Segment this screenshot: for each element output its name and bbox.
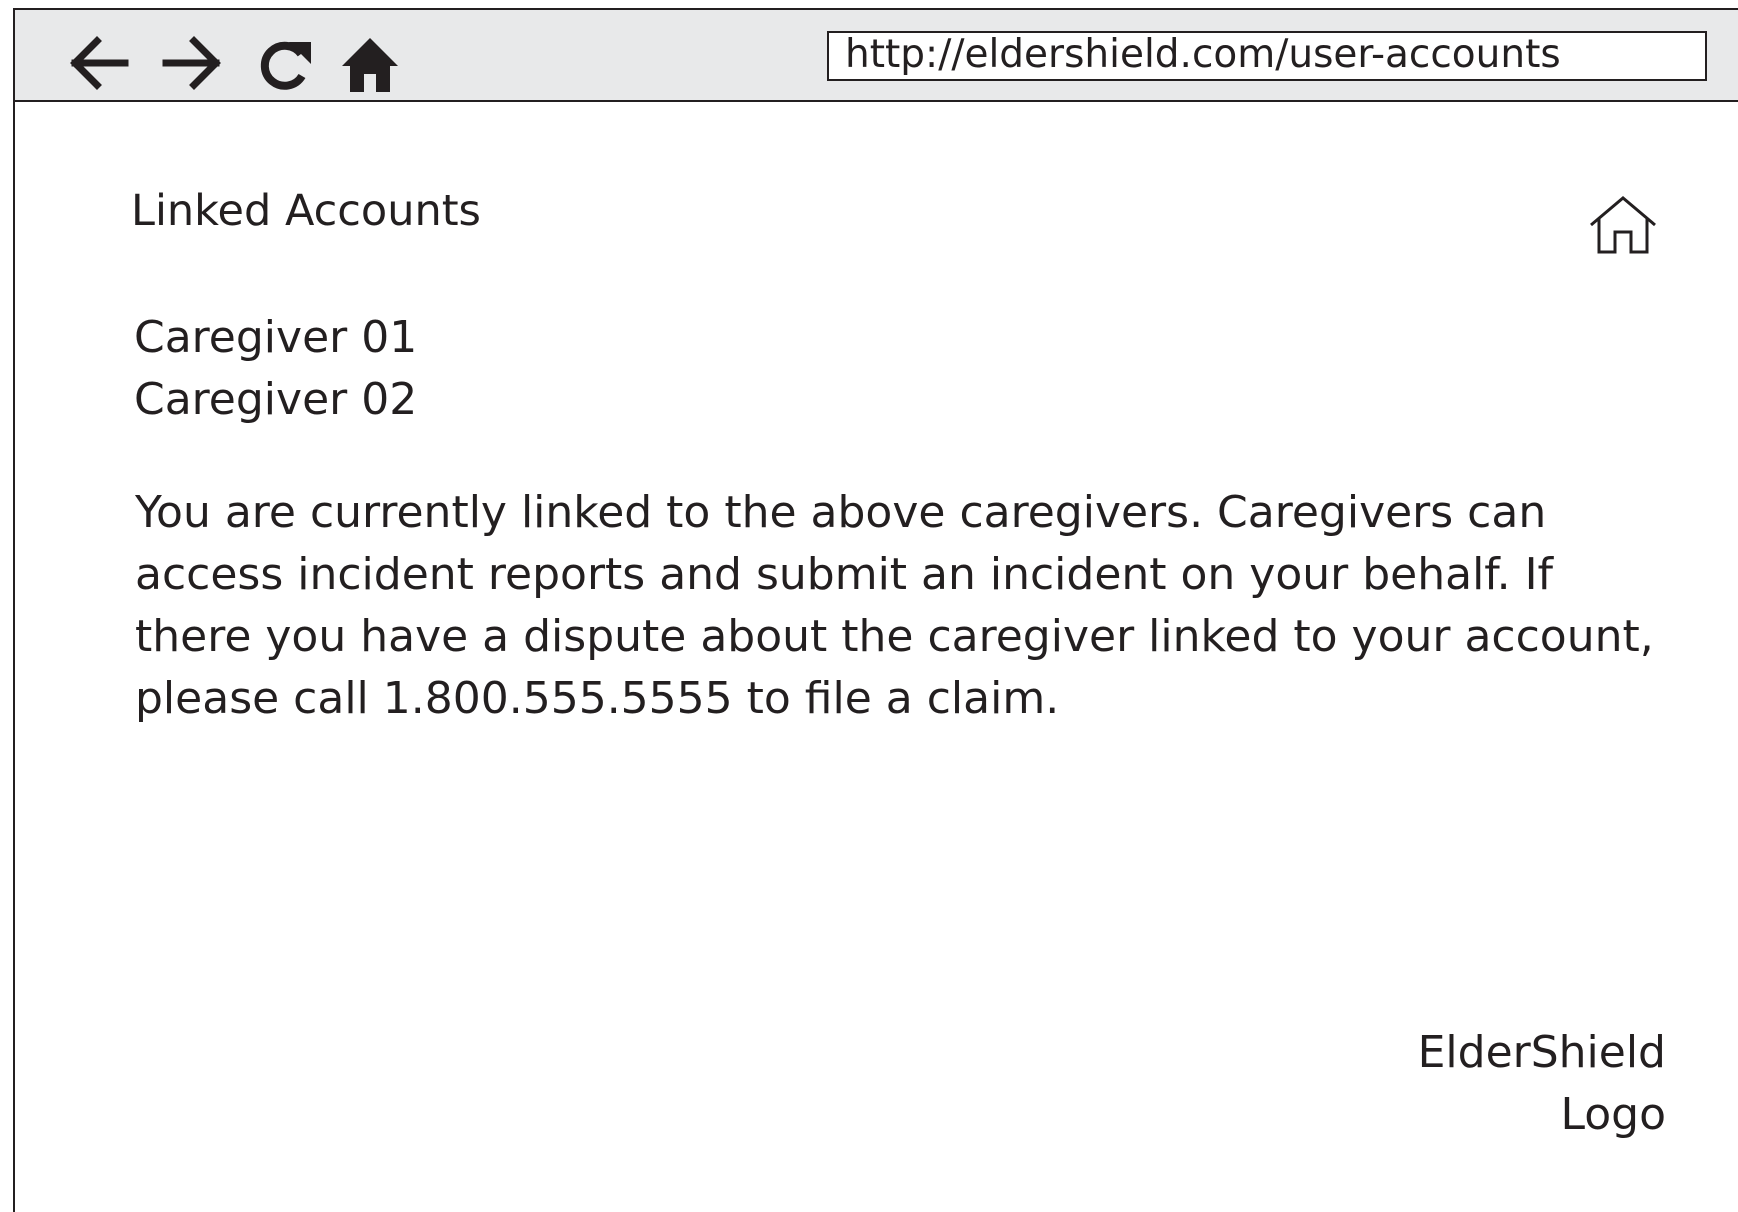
back-button[interactable] xyxy=(67,32,131,94)
browser-window: http://eldershield.com/user-accounts Lin… xyxy=(13,8,1738,1212)
page-content: Linked Accounts Caregiver 01 Caregiver 0… xyxy=(15,102,1738,1212)
home-button[interactable] xyxy=(338,32,402,94)
home-outline-icon xyxy=(1590,196,1656,254)
forward-button[interactable] xyxy=(160,32,224,94)
page-title: Linked Accounts xyxy=(131,186,481,236)
logo-line-1: ElderShield xyxy=(1417,1027,1666,1078)
home-icon xyxy=(342,38,398,92)
info-text: You are currently linked to the above ca… xyxy=(135,487,1654,724)
reload-icon xyxy=(260,41,311,90)
logo-line-2: Logo xyxy=(1560,1089,1666,1140)
caregiver-item[interactable]: Caregiver 01 xyxy=(134,307,417,369)
home-link[interactable] xyxy=(1585,194,1661,258)
arrow-left-icon xyxy=(70,36,129,90)
eldershield-logo: ElderShield Logo xyxy=(1418,1022,1666,1146)
caregiver-item[interactable]: Caregiver 02 xyxy=(134,369,417,431)
caregiver-list: Caregiver 01 Caregiver 02 xyxy=(134,307,417,431)
address-bar[interactable]: http://eldershield.com/user-accounts xyxy=(827,31,1707,81)
arrow-right-icon xyxy=(162,36,221,90)
browser-toolbar: http://eldershield.com/user-accounts xyxy=(15,10,1738,102)
reload-button[interactable] xyxy=(253,32,317,94)
